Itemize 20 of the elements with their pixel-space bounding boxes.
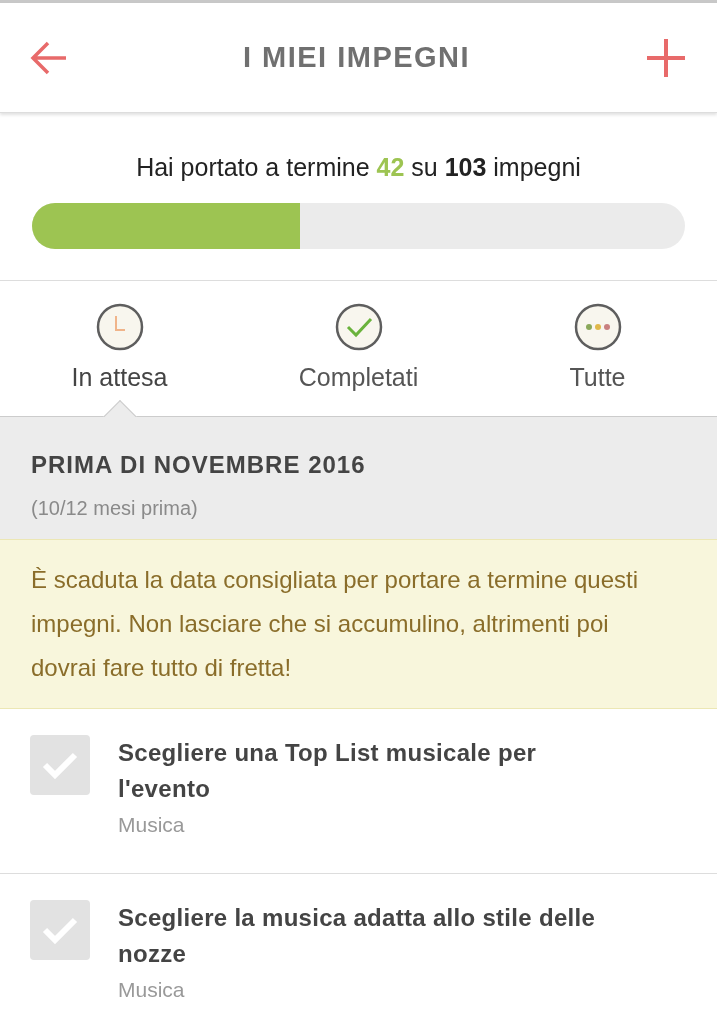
- add-icon[interactable]: [645, 36, 687, 79]
- screen-title: I MIEI IMPEGNI: [242, 39, 471, 75]
- checkmark-icon: [334, 303, 383, 351]
- task-category: Musica: [118, 976, 186, 1003]
- task-category: Musica: [118, 812, 186, 838]
- progress-summary: Hai portato a termine 42 su 103 impegni: [136, 152, 581, 183]
- dots-icon: [573, 303, 622, 351]
- task-title: Scegliere una Top List musicale per l'evento: [118, 738, 538, 804]
- checkmark-icon: [42, 915, 78, 944]
- filter-tab[interactable]: Completati: [239, 281, 478, 416]
- back-arrow-icon[interactable]: [30, 39, 68, 76]
- clock-icon: [95, 303, 144, 351]
- section-subtitle: (10/12 mesi prima): [31, 496, 199, 521]
- filter-tab[interactable]: Tutte: [478, 281, 717, 416]
- task-checkbox[interactable]: [30, 899, 90, 960]
- task-checkbox[interactable]: [30, 735, 90, 795]
- task-title: Scegliere la musica adatta allo stile delle nozze: [118, 902, 597, 969]
- warning-text: È scaduta la data consigliata per portare a termine questi impegni. Non lasciare che si accumulino, altrimenti poi dovrai fare tutto di fretta!: [31, 565, 640, 683]
- checkmark-icon: [42, 751, 78, 779]
- section-title: PRIMA DI NOVEMBRE 2016: [31, 450, 367, 480]
